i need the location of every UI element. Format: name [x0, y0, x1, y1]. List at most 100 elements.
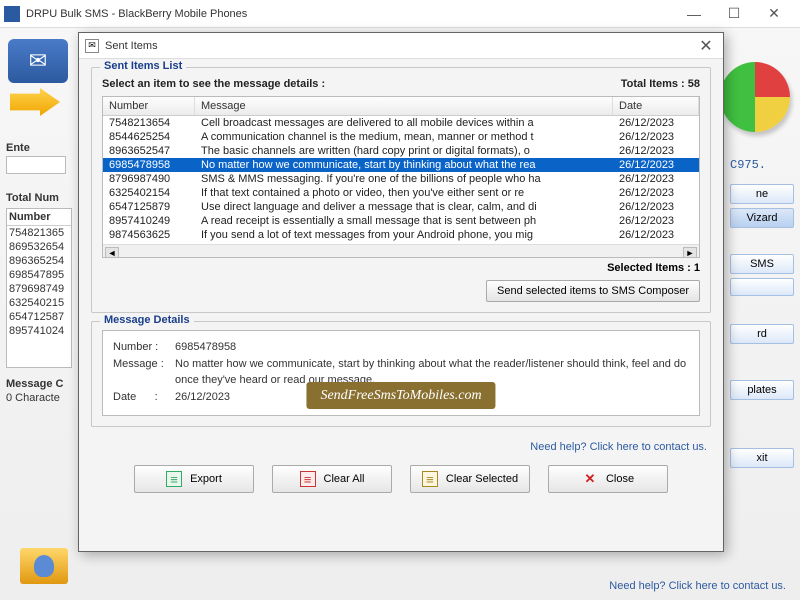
- list-item[interactable]: 879698749: [7, 282, 71, 296]
- col-number[interactable]: Number: [103, 97, 195, 115]
- export-label: Export: [190, 473, 222, 485]
- close-icon: ✕: [582, 471, 598, 487]
- table-row[interactable]: 8963652547The basic channels are written…: [103, 144, 699, 158]
- arrow-icon: [10, 88, 60, 116]
- dialog-titlebar: ✉ Sent Items ✕: [79, 33, 723, 59]
- total-num-label: Total Num: [6, 192, 72, 204]
- col-date[interactable]: Date: [613, 97, 699, 115]
- detail-date-key: Date :: [113, 389, 175, 406]
- enter-label: Ente: [6, 142, 72, 154]
- clear-selected-button[interactable]: ≡ Clear Selected: [410, 465, 530, 493]
- cell-number: 6985478958: [103, 158, 195, 172]
- avatar-icon[interactable]: [20, 548, 68, 584]
- cell-number: 7548213654: [103, 116, 195, 130]
- list-item[interactable]: 632540215: [7, 296, 71, 310]
- details-title: Message Details: [100, 314, 194, 326]
- close-label: Close: [606, 473, 634, 485]
- cell-number: 9874563625: [103, 228, 195, 242]
- cell-date: 26/12/2023: [613, 172, 699, 186]
- char-count-label: 0 Characte: [6, 392, 72, 404]
- horizontal-scrollbar[interactable]: ◄ ►: [103, 244, 699, 258]
- plates-button[interactable]: plates: [730, 380, 794, 400]
- left-panel: Ente Total Num Number 754821365 86953265…: [6, 134, 72, 570]
- list-item[interactable]: 754821365: [7, 226, 71, 240]
- scroll-right-icon[interactable]: ►: [683, 247, 697, 259]
- table-row[interactable]: 8796987490SMS & MMS messaging. If you're…: [103, 172, 699, 186]
- help-link-main[interactable]: Need help? Click here to contact us.: [609, 580, 786, 592]
- minimize-button[interactable]: —: [680, 4, 708, 24]
- cell-number: 6325402154: [103, 186, 195, 200]
- help-link-dialog[interactable]: Need help? Click here to contact us.: [95, 441, 707, 453]
- table-row[interactable]: 9874563625If you send a lot of text mess…: [103, 228, 699, 242]
- col-message[interactable]: Message: [195, 97, 613, 115]
- table-row[interactable]: 6325402154 If that text contained a phot…: [103, 186, 699, 200]
- window-controls: — ☐ ✕: [680, 4, 796, 24]
- cell-message: The basic channels are written (hard cop…: [195, 144, 613, 158]
- dialog-icon: ✉: [85, 39, 99, 53]
- cell-date: 26/12/2023: [613, 186, 699, 200]
- table-row[interactable]: 8544625254A communication channel is the…: [103, 130, 699, 144]
- ne-button[interactable]: ne: [730, 184, 794, 204]
- list-item[interactable]: 654712587: [7, 310, 71, 324]
- close-window-button[interactable]: ✕: [760, 4, 788, 24]
- wizard-button[interactable]: Vizard: [730, 208, 794, 228]
- clear-selected-icon: ≡: [422, 471, 438, 487]
- cell-number: 8957410249: [103, 214, 195, 228]
- detail-number-value: 6985478958: [175, 339, 236, 356]
- dialog-footer: ≡ Export ≡ Clear All ≡ Clear Selected ✕ …: [91, 457, 711, 503]
- send-to-composer-button[interactable]: Send selected items to SMS Composer: [486, 280, 700, 302]
- right-panel: C975. ne Vizard SMS rd plates xit: [730, 134, 794, 570]
- cell-message: A read receipt is essentially a small me…: [195, 214, 613, 228]
- cell-message: A communication channel is the medium, m…: [195, 130, 613, 144]
- detail-date-value: 26/12/2023: [175, 389, 230, 406]
- enter-input[interactable]: [6, 156, 66, 174]
- number-list[interactable]: Number 754821365 869532654 896365254 698…: [6, 208, 72, 368]
- code-text: C975.: [730, 158, 794, 172]
- table-row[interactable]: 6547125879Use direct language and delive…: [103, 200, 699, 214]
- maximize-button[interactable]: ☐: [720, 4, 748, 24]
- items-table[interactable]: Number Message Date 7548213654Cell broad…: [102, 96, 700, 258]
- table-row[interactable]: 8957410249A read receipt is essentially …: [103, 214, 699, 228]
- cell-date: 26/12/2023: [613, 116, 699, 130]
- xit-button[interactable]: xit: [730, 448, 794, 468]
- rd-button[interactable]: rd: [730, 324, 794, 344]
- list-item[interactable]: 869532654: [7, 240, 71, 254]
- app-icon: [4, 6, 20, 22]
- cell-number: 6547125879: [103, 200, 195, 214]
- dropdown-button[interactable]: [730, 278, 794, 296]
- mail-icon: ✉: [8, 39, 68, 83]
- cell-number: 8963652547: [103, 144, 195, 158]
- cell-message: Use direct language and deliver a messag…: [195, 200, 613, 214]
- list-item[interactable]: 896365254: [7, 254, 71, 268]
- detail-number-key: Number :: [113, 339, 175, 356]
- clear-all-label: Clear All: [324, 473, 365, 485]
- sms-button[interactable]: SMS: [730, 254, 794, 274]
- selected-items-label: Selected Items : 1: [102, 262, 700, 274]
- total-items-label: Total Items : 58: [621, 78, 700, 90]
- cell-date: 26/12/2023: [613, 200, 699, 214]
- watermark: SendFreeSmsToMobiles.com: [306, 382, 495, 409]
- cell-date: 26/12/2023: [613, 214, 699, 228]
- table-row[interactable]: 6985478958No matter how we communicate, …: [103, 158, 699, 172]
- cell-message: If you send a lot of text messages from …: [195, 228, 613, 242]
- list-item[interactable]: 895741024: [7, 324, 71, 338]
- scroll-left-icon[interactable]: ◄: [105, 247, 119, 259]
- cell-date: 26/12/2023: [613, 158, 699, 172]
- cell-message: No matter how we communicate, start by t…: [195, 158, 613, 172]
- export-button[interactable]: ≡ Export: [134, 465, 254, 493]
- list-item[interactable]: 698547895: [7, 268, 71, 282]
- close-button[interactable]: ✕ Close: [548, 465, 668, 493]
- instruction-text: Select an item to see the message detail…: [102, 78, 325, 90]
- table-header: Number Message Date: [103, 97, 699, 116]
- clear-all-button[interactable]: ≡ Clear All: [272, 465, 392, 493]
- cell-message: SMS & MMS messaging. If you're one of th…: [195, 172, 613, 186]
- table-row[interactable]: 7548213654Cell broadcast messages are de…: [103, 116, 699, 130]
- export-icon: ≡: [166, 471, 182, 487]
- sent-items-list-group: Sent Items List Select an item to see th…: [91, 67, 711, 313]
- number-list-header: Number: [7, 209, 71, 226]
- dialog-title: Sent Items: [105, 40, 695, 52]
- message-c-label: Message C: [6, 378, 72, 390]
- dialog-close-button[interactable]: ✕: [695, 37, 717, 55]
- cell-message: If that text contained a photo or video,…: [195, 186, 613, 200]
- clear-selected-label: Clear Selected: [446, 473, 518, 485]
